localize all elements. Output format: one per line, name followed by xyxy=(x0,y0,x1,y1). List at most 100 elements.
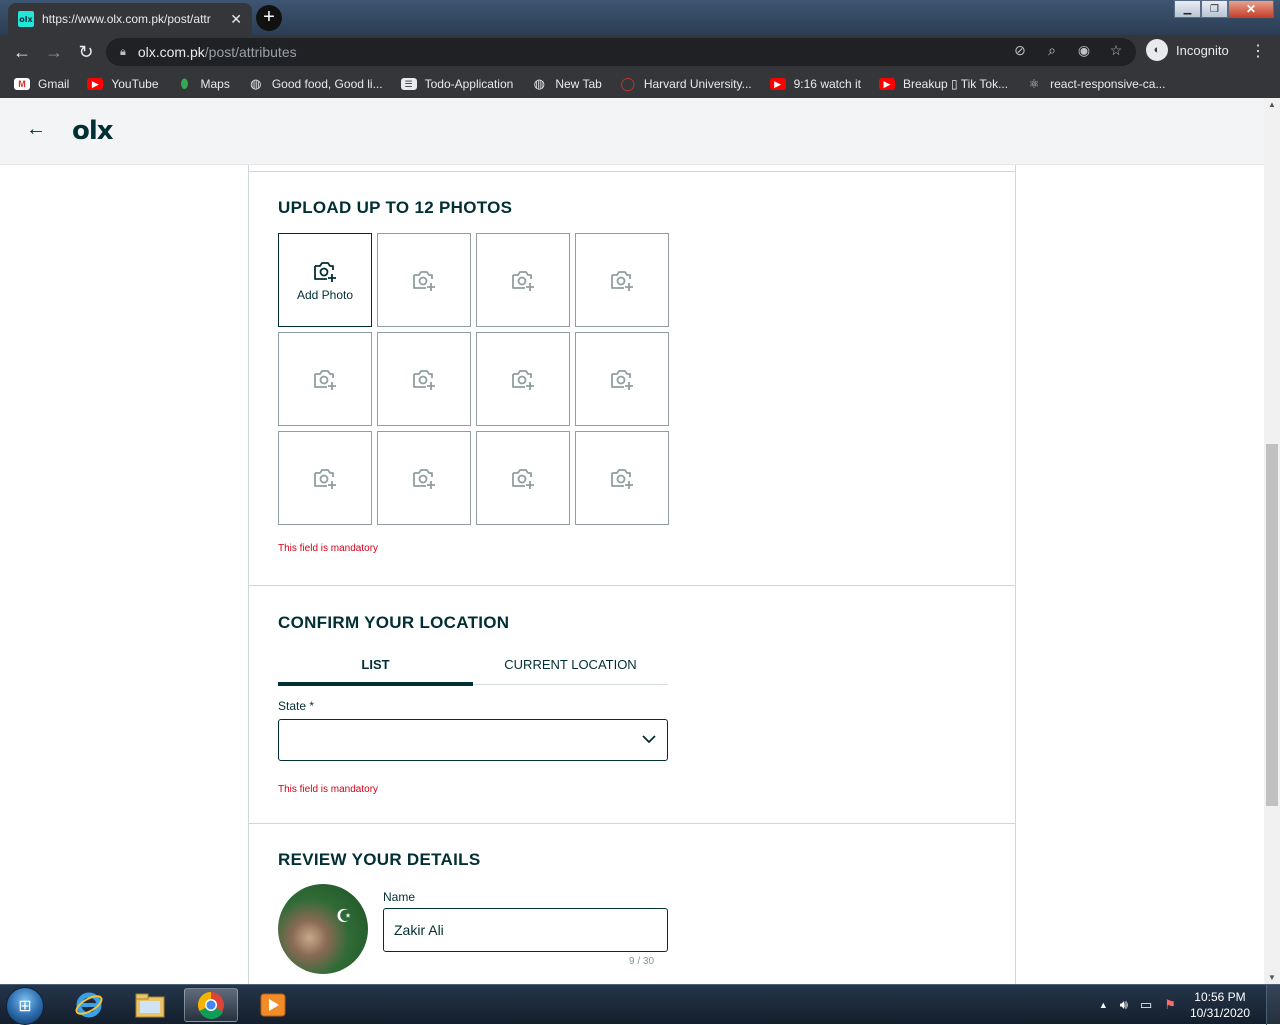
photos-section-title: UPLOAD UP TO 12 PHOTOS xyxy=(278,198,513,217)
photo-slot[interactable] xyxy=(476,233,570,327)
tracking-eye-icon[interactable]: ◉ xyxy=(1074,42,1094,59)
photo-slot[interactable] xyxy=(377,332,471,426)
bookmark-react[interactable]: ⚛ react-responsive-ca... xyxy=(1026,77,1166,91)
maximize-button[interactable]: ❐ xyxy=(1201,0,1228,18)
divider xyxy=(249,171,1015,172)
windows-taskbar: ⊞ ▲ 🔊︎ ▭ ⚑ 10:56 PM 10/31/2020 xyxy=(0,984,1280,1025)
minimize-button[interactable]: ▁ xyxy=(1174,0,1201,18)
bookmark-harvard[interactable]: ◯ Harvard University... xyxy=(620,76,752,91)
action-center-icon[interactable]: ⚑ xyxy=(1164,997,1176,1013)
blocked-popup-icon[interactable]: ⊘ xyxy=(1010,42,1030,59)
zoom-icon[interactable]: ⌕ xyxy=(1042,42,1062,59)
url-path: /post/attributes xyxy=(204,44,297,60)
camera-add-icon xyxy=(413,370,435,390)
react-icon: ⚛ xyxy=(1028,77,1040,91)
bookmark-good-food[interactable]: ◍ Good food, Good li... xyxy=(248,76,382,91)
bookmark-maps[interactable]: ⬮ Maps xyxy=(177,76,230,91)
photo-slot[interactable] xyxy=(278,431,372,525)
camera-add-icon xyxy=(314,469,336,489)
photo-slot[interactable] xyxy=(575,431,669,525)
taskbar-clock[interactable]: 10:56 PM 10/31/2020 xyxy=(1190,989,1250,1021)
bookmark-star-icon[interactable]: ☆ xyxy=(1106,42,1126,59)
bookmark-label: Todo-Application xyxy=(424,77,514,91)
taskbar-ie[interactable] xyxy=(62,988,116,1022)
volume-icon[interactable]: 🔊︎ xyxy=(1120,997,1128,1013)
lock-icon[interactable]: 🔒︎ xyxy=(120,46,126,59)
camera-add-icon xyxy=(611,370,633,390)
camera-add-icon xyxy=(314,262,336,282)
globe-icon: ◍ xyxy=(250,76,262,91)
scroll-down-icon[interactable]: ▼ xyxy=(1268,973,1276,982)
address-bar[interactable]: 🔒︎ olx.com.pk/post/attributes ⊘ ⌕ ◉ ☆ xyxy=(106,38,1136,66)
bookmark-todo[interactable]: ☰ Todo-Application xyxy=(400,77,514,91)
url-host: olx.com.pk xyxy=(137,44,205,60)
page-viewport: ← olx UPLOAD UP TO 12 PHOTOS Add Photo T… xyxy=(0,98,1264,984)
olx-favicon-icon: olx xyxy=(18,11,34,27)
bookmark-label: Maps xyxy=(200,77,230,91)
camera-add-icon xyxy=(413,469,435,489)
photo-slot[interactable] xyxy=(377,233,471,327)
browser-toolbar: ← → ↻ 🔒︎ olx.com.pk/post/attributes ⊘ ⌕ … xyxy=(0,35,1280,70)
tab-current-location[interactable]: CURRENT LOCATION xyxy=(473,649,668,684)
chrome-icon xyxy=(198,992,224,1019)
network-icon[interactable]: ▭ xyxy=(1140,997,1152,1013)
reload-icon[interactable]: ↻ xyxy=(70,37,102,69)
todo-icon: ☰ xyxy=(400,78,417,90)
photo-slot[interactable] xyxy=(278,332,372,426)
camera-add-icon xyxy=(611,469,633,489)
bookmark-breakup[interactable]: ▶ Breakup ▯ Tik Tok... xyxy=(879,77,1008,91)
start-button[interactable]: ⊞ xyxy=(6,987,44,1025)
system-tray: ▲ 🔊︎ ▭ ⚑ 10:56 PM 10/31/2020 xyxy=(1093,985,1280,1025)
location-error-message: This field is mandatory xyxy=(278,784,379,795)
youtube-icon: ▶ xyxy=(769,78,786,90)
bookmark-label: Gmail xyxy=(38,77,70,91)
incognito-label: Incognito xyxy=(1176,42,1229,58)
scrollbar-thumb[interactable] xyxy=(1266,444,1278,806)
back-nav-icon[interactable]: ← xyxy=(6,37,38,69)
browser-tab[interactable]: olx https://www.olx.com.pk/post/attr ✕ xyxy=(8,3,252,35)
photo-slot[interactable] xyxy=(575,332,669,426)
youtube-icon: ▶ xyxy=(879,78,895,90)
scroll-up-icon[interactable]: ▲ xyxy=(1268,100,1276,109)
window-close-button[interactable]: ✕ xyxy=(1228,0,1274,18)
name-input[interactable]: Zakir Ali xyxy=(383,908,668,952)
tab-close-icon[interactable]: ✕ xyxy=(230,11,242,28)
bookmark-youtube[interactable]: ▶ YouTube xyxy=(87,77,159,91)
folder-icon xyxy=(135,993,165,1018)
location-tabs: LIST CURRENT LOCATION xyxy=(278,649,668,686)
olx-logo[interactable]: olx xyxy=(72,116,114,146)
tray-expand-icon[interactable]: ▲ xyxy=(1099,1000,1108,1010)
photo-slot[interactable] xyxy=(377,431,471,525)
new-tab-button[interactable]: + xyxy=(256,5,282,31)
browser-titlebar: olx https://www.olx.com.pk/post/attr ✕ +… xyxy=(0,0,1280,35)
forward-nav-icon[interactable]: → xyxy=(38,37,70,69)
bookmark-label: 9:16 watch it xyxy=(793,77,861,91)
divider xyxy=(249,823,1015,824)
photo-slot[interactable] xyxy=(476,332,570,426)
bookmark-label: New Tab xyxy=(555,77,602,91)
photo-slot[interactable] xyxy=(575,233,669,327)
media-player-icon xyxy=(260,993,286,1017)
page-scrollbar[interactable]: ▲ ▼ xyxy=(1264,98,1280,984)
bookmarks-bar: M Gmail ▶ YouTube ⬮ Maps ◍ Good food, Good l… xyxy=(0,70,1280,98)
details-section-title: REVIEW YOUR DETAILS xyxy=(278,850,481,869)
state-label: State * xyxy=(278,699,315,713)
browser-menu-icon[interactable]: ⋮ xyxy=(1250,41,1266,61)
taskbar-explorer[interactable] xyxy=(123,988,177,1022)
add-photo-button[interactable]: Add Photo xyxy=(278,233,372,327)
back-arrow-icon[interactable]: ← xyxy=(26,118,46,141)
state-select[interactable] xyxy=(278,719,668,761)
olx-header: ← olx xyxy=(0,98,1264,165)
show-desktop-button[interactable] xyxy=(1266,985,1280,1025)
photo-slot[interactable] xyxy=(476,431,570,525)
incognito-indicator[interactable]: ◐ Incognito xyxy=(1146,39,1229,61)
tab-list[interactable]: LIST xyxy=(278,649,473,686)
chevron-down-icon xyxy=(642,735,656,744)
bookmark-new-tab[interactable]: ◍ New Tab xyxy=(531,76,602,91)
taskbar-media[interactable] xyxy=(246,988,300,1022)
bookmark-watch-it[interactable]: ▶ 9:16 watch it xyxy=(769,77,861,91)
taskbar-chrome[interactable] xyxy=(184,988,238,1022)
maps-icon: ⬮ xyxy=(180,76,189,91)
bookmark-gmail[interactable]: M Gmail xyxy=(14,77,69,91)
avatar[interactable]: ☪ xyxy=(278,884,368,974)
